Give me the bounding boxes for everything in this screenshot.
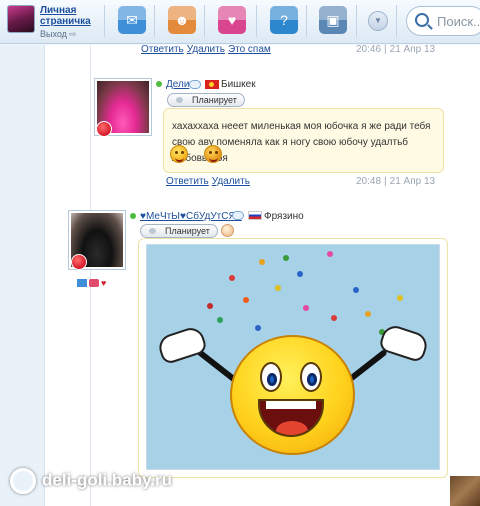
nav-divider (104, 5, 105, 37)
delete-link[interactable]: Удалить (187, 44, 225, 55)
chat-icon[interactable]: ? (270, 6, 298, 34)
watermark-logo-icon (10, 468, 36, 494)
smiley-confetti-image[interactable] (146, 244, 440, 470)
post0-date: 21 Апр 13 (389, 44, 436, 55)
post1-online-indicator (156, 79, 166, 91)
nav-divider (256, 5, 257, 37)
my-avatar[interactable] (7, 5, 35, 33)
left-eye (260, 362, 282, 392)
post2-status-button[interactable]: Планирует (140, 224, 218, 238)
kyrgyzstan-flag-icon (205, 80, 219, 89)
gift-icon[interactable] (89, 279, 99, 288)
speech-bubble-icon[interactable] (189, 80, 201, 89)
speech-bubble-icon[interactable] (232, 211, 244, 220)
post2-username[interactable]: ♥МеЧтЫ♥СбУдУтСЯ♥ (140, 211, 242, 222)
post1-meta: 20:48 | 21 Апр 13 (356, 176, 436, 187)
status-icon (176, 97, 183, 103)
post1-status-label: Планирует (192, 95, 237, 105)
site-watermark: deli-goli.baby.ru (10, 468, 172, 494)
thread-line (90, 45, 91, 506)
post1-message-bubble: хахаххаха нееет миленькая моя юбочка я ж… (163, 108, 444, 173)
post1-username[interactable]: Дели (166, 79, 189, 90)
logout-label[interactable]: Выход (40, 29, 67, 39)
nav-divider (204, 5, 205, 37)
status-icon (149, 228, 156, 234)
post0-time: 20:46 (356, 44, 382, 55)
right-eye (300, 362, 322, 392)
post1-city: Бишкек (221, 79, 256, 90)
laughing-emoji-icon (204, 145, 222, 163)
nav-divider (396, 5, 397, 37)
post2-status-label: Планирует (165, 226, 210, 236)
strawberry-badge-icon (96, 121, 112, 137)
mail-icon[interactable] (77, 279, 87, 288)
search-box (406, 6, 480, 36)
post2-online-indicator (130, 211, 140, 223)
search-input[interactable] (437, 13, 480, 29)
profile-link[interactable]: Личная страничка (40, 5, 110, 27)
nav-divider (356, 5, 357, 37)
spam-link[interactable]: Это спам (228, 44, 271, 55)
right-glove (377, 322, 431, 364)
reply-link[interactable]: Ответить (141, 44, 184, 55)
post1-status-button[interactable]: Планирует (167, 93, 245, 107)
nav-divider (154, 5, 155, 37)
top-navigation-bar: Личная страничка Выход ⇨ ✉ ☻ ♥ ? ▣ ▼ (0, 0, 480, 44)
reply-link[interactable]: Ответить (166, 176, 209, 187)
post1-actions: Ответить Удалить (166, 176, 253, 187)
mood-face-icon (221, 224, 234, 237)
logout-link[interactable]: Выход ⇨ (40, 29, 76, 40)
nav-divider (306, 5, 307, 37)
logout-arrow-icon: ⇨ (68, 29, 77, 39)
russia-flag-icon (248, 211, 262, 220)
left-sidebar-strip (0, 45, 44, 506)
post0-actions: Ответить Удалить Это спам (141, 44, 274, 55)
doll-icon[interactable]: ☻ (168, 6, 196, 34)
mail-icon[interactable]: ✉ (118, 6, 146, 34)
strawberry-badge-icon (71, 254, 87, 270)
left-glove (155, 324, 209, 366)
broken-heart-icon[interactable]: ♥ (101, 279, 106, 288)
post2-city: Фрязино (264, 211, 304, 222)
smiley-emoji-icon (170, 145, 188, 163)
chevron-down-icon[interactable]: ▼ (368, 11, 388, 31)
watermark-text: deli-goli.baby.ru (42, 470, 173, 490)
search-icon[interactable] (415, 13, 429, 27)
delete-link[interactable]: Удалить (212, 176, 250, 187)
background-wood-texture (450, 476, 480, 506)
post2-mini-icons: ♥ (77, 277, 108, 289)
post1-date: 21 Апр 13 (389, 176, 436, 187)
post1-time: 20:48 (356, 176, 382, 187)
smiley-face (230, 335, 355, 455)
smile-mouth (258, 399, 324, 437)
post0-meta: 20:46 | 21 Апр 13 (356, 44, 436, 55)
photos-icon[interactable]: ▣ (319, 6, 347, 34)
gifts-icon[interactable]: ♥ (218, 6, 246, 34)
